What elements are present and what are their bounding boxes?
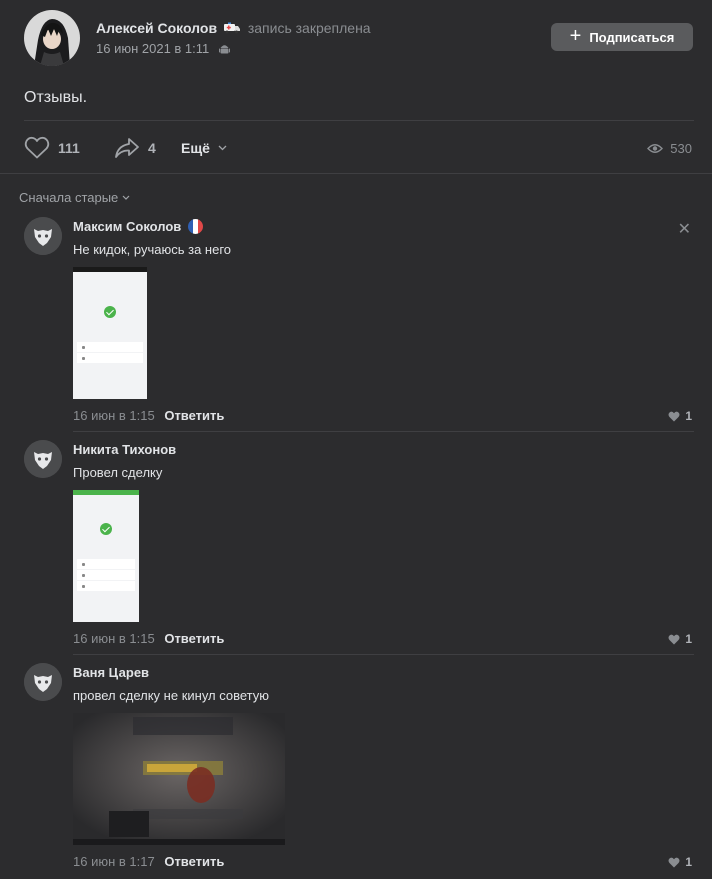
comment-meta: 16 июн в 1:15 Ответить [73, 631, 224, 646]
commenter-avatar[interactable] [24, 663, 62, 701]
heart-icon [668, 857, 680, 867]
comment-photo[interactable] [73, 267, 147, 399]
comment-item: Максим Соколов ✕ Не кидок, ручаюсь за не… [24, 217, 694, 432]
reply-button[interactable]: Ответить [164, 854, 224, 869]
commenter-name-text[interactable]: Никита Тихонов [73, 442, 176, 457]
photo-link-line [73, 615, 139, 619]
sort-label: Сначала старые [19, 190, 119, 205]
success-check-icon [104, 306, 116, 318]
post-author: Алексей Соколов запись закреплена [96, 20, 371, 36]
post-date: 16 июн 2021 в 1:11 [96, 41, 230, 58]
commenter-avatar[interactable] [24, 440, 62, 478]
comment-like-button[interactable]: 1 [668, 855, 692, 869]
photo-title-line [73, 542, 139, 547]
close-icon[interactable]: ✕ [678, 219, 691, 239]
commenter-name: Никита Тихонов [73, 442, 176, 457]
comment-date[interactable]: 16 июн в 1:17 [73, 854, 155, 869]
like-button[interactable]: 111 [24, 133, 80, 163]
comment-likes-count: 1 [685, 855, 692, 869]
share-arrow-icon [115, 138, 139, 158]
photo-row [77, 581, 135, 591]
more-label: Ещё [181, 140, 210, 156]
photo-row [77, 570, 135, 580]
commenter-name: Максим Соколов [73, 219, 203, 234]
comment-photo[interactable] [73, 713, 285, 845]
success-check-icon [100, 523, 112, 535]
comment-likes-count: 1 [685, 632, 692, 646]
subscribe-label: Подписаться [589, 29, 675, 45]
photo-row [77, 559, 135, 569]
comment-text: провел сделку не кинул советую [73, 688, 270, 703]
comment-date[interactable]: 16 июн в 1:15 [73, 408, 155, 423]
comment-photo[interactable] [73, 490, 139, 622]
post-actions: 111 4 Ещё 530 [24, 133, 694, 163]
comment-meta: 16 июн в 1:15 Ответить [73, 408, 224, 423]
photo-row [77, 353, 143, 363]
heart-icon [668, 634, 680, 644]
commenter-avatar[interactable] [24, 217, 62, 255]
shares-count: 4 [148, 140, 156, 156]
comment-like-button[interactable]: 1 [668, 632, 692, 646]
comment-date[interactable]: 16 июн в 1:15 [73, 631, 155, 646]
heart-icon [24, 136, 50, 159]
chevron-down-icon [122, 195, 130, 200]
pinned-label: запись закреплена [247, 20, 371, 36]
comment-text: Не кидок, ручаюсь за него [73, 242, 232, 257]
comment-meta: 16 июн в 1:17 Ответить [73, 854, 224, 869]
france-flag-icon [187, 219, 203, 234]
commenter-name: Ваня Царев [73, 665, 149, 680]
photo-link-line [73, 392, 147, 396]
post-date-text[interactable]: 16 июн 2021 в 1:11 [96, 41, 209, 56]
divider [73, 431, 694, 432]
reply-button[interactable]: Ответить [164, 631, 224, 646]
ambulance-emoji-icon [223, 21, 240, 34]
photo-status-bar [73, 490, 139, 495]
views-counter: 530 [647, 133, 692, 163]
post-text: Отзывы. [24, 89, 88, 106]
photo-subtitle-line [73, 332, 147, 336]
divider [0, 173, 712, 174]
heart-icon [668, 411, 680, 421]
subscribe-button[interactable]: + Подписаться [551, 23, 693, 51]
post-header: Алексей Соколов запись закреплена 16 июн… [24, 10, 694, 66]
photo-status-bar [73, 267, 147, 272]
more-button[interactable]: Ещё [181, 133, 227, 163]
reply-button[interactable]: Ответить [164, 408, 224, 423]
divider [24, 120, 694, 121]
commenter-name-text[interactable]: Максим Соколов [73, 219, 181, 234]
comment-text: Провел сделку [73, 465, 163, 480]
author-avatar[interactable] [24, 10, 80, 66]
likes-count: 111 [58, 140, 80, 156]
eye-icon [647, 143, 664, 153]
views-count: 530 [670, 140, 692, 156]
comment-item: Никита Тихонов Провел сделку 16 июн в 1:… [24, 440, 694, 655]
photo-subtitle-line [73, 549, 139, 553]
divider [73, 654, 694, 655]
comments-sort-dropdown[interactable]: Сначала старые [19, 190, 130, 205]
share-button[interactable]: 4 [114, 133, 156, 163]
android-icon [218, 43, 230, 58]
comment-item: Ваня Царев провел сделку не кинул совету… [24, 663, 694, 873]
photo-row [77, 342, 143, 352]
commenter-name-text[interactable]: Ваня Царев [73, 665, 149, 680]
comment-like-button[interactable]: 1 [668, 409, 692, 423]
comment-likes-count: 1 [685, 409, 692, 423]
photo-title-line [73, 325, 147, 330]
chevron-down-icon [218, 145, 227, 151]
plus-icon: + [569, 25, 582, 47]
author-name[interactable]: Алексей Соколов [96, 20, 217, 36]
